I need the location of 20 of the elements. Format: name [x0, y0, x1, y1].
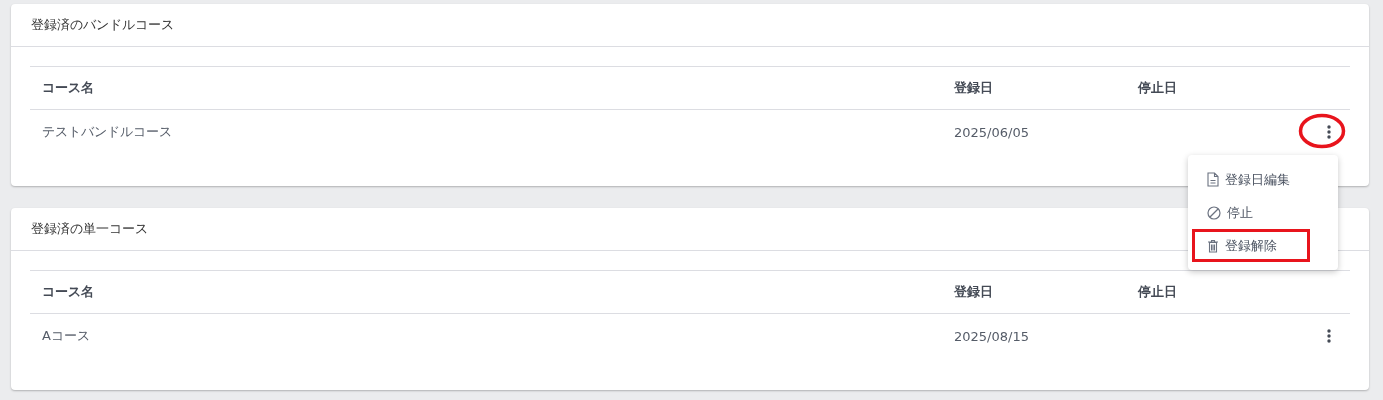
column-header: 停止日 — [1138, 283, 1178, 301]
document-icon — [1207, 172, 1219, 187]
registration-date: 2025/06/05 — [954, 124, 1030, 140]
column-header: 登録日 — [954, 283, 994, 301]
prohibited-icon — [1207, 205, 1221, 220]
column-header: コース名 — [41, 79, 95, 97]
column-header: コース名 — [41, 283, 95, 301]
registration-date: 2025/08/15 — [954, 328, 1030, 344]
menu-item[interactable]: 登録解除 — [1192, 229, 1310, 262]
section-title: 登録済のバンドルコース — [31, 16, 174, 34]
section-title: 登録済の単一コース — [31, 220, 148, 238]
course-name: テストバンドルコース — [41, 123, 173, 141]
more-options-icon[interactable] — [1324, 327, 1334, 345]
course-name: Aコース — [41, 327, 91, 345]
trash-icon — [1207, 238, 1219, 253]
column-header: 登録日 — [954, 79, 994, 97]
menu-item[interactable]: 停止 — [1192, 196, 1334, 229]
menu-item[interactable]: 登録日編集 — [1192, 163, 1334, 196]
more-options-icon[interactable] — [1324, 123, 1334, 141]
column-header: 停止日 — [1138, 79, 1178, 97]
